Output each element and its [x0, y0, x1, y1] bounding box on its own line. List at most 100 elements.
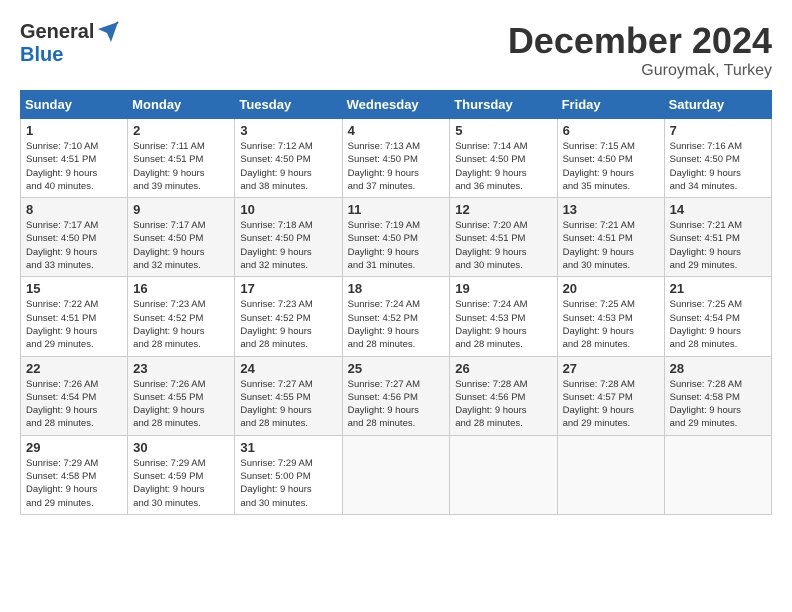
day-info: Sunrise: 7:28 AMSunset: 4:58 PMDaylight:… [670, 378, 766, 431]
day-number: 24 [240, 361, 336, 376]
day-info: Sunrise: 7:21 AMSunset: 4:51 PMDaylight:… [563, 219, 659, 272]
day-cell: 27 Sunrise: 7:28 AMSunset: 4:57 PMDayligh… [557, 356, 664, 435]
week-row-5: 29 Sunrise: 7:29 AMSunset: 4:58 PMDayligh… [21, 435, 772, 514]
day-cell: 4 Sunrise: 7:13 AMSunset: 4:50 PMDaylight… [342, 119, 450, 198]
header-tuesday: Tuesday [235, 91, 342, 119]
logo: General Blue [20, 20, 120, 67]
logo-bird-icon [96, 20, 120, 44]
header-monday: Monday [128, 91, 235, 119]
day-cell: 19Sunrise: 7:24 AMSunset: 4:53 PMDayligh… [450, 277, 557, 356]
day-cell: 1Sunrise: 7:10 AMSunset: 4:51 PMDaylight… [21, 119, 128, 198]
day-info: Sunrise: 7:26 AMSunset: 4:54 PMDaylight:… [26, 378, 122, 431]
day-cell [664, 435, 771, 514]
day-cell [450, 435, 557, 514]
day-info: Sunrise: 7:27 AMSunset: 4:56 PMDaylight:… [348, 378, 445, 431]
day-cell: 28Sunrise: 7:28 AMSunset: 4:58 PMDayligh… [664, 356, 771, 435]
day-number: 30 [133, 440, 229, 455]
header-friday: Friday [557, 91, 664, 119]
day-number: 14 [670, 202, 766, 217]
week-row-1: 1Sunrise: 7:10 AMSunset: 4:51 PMDaylight… [21, 119, 772, 198]
week-row-3: 15Sunrise: 7:22 AMSunset: 4:51 PMDayligh… [21, 277, 772, 356]
header-saturday: Saturday [664, 91, 771, 119]
day-number: 17 [240, 281, 336, 296]
day-number: 1 [26, 123, 122, 138]
day-cell: 18 Sunrise: 7:24 AMSunset: 4:52 PMDayligh… [342, 277, 450, 356]
day-cell: 20 Sunrise: 7:25 AMSunset: 4:53 PMDayligh… [557, 277, 664, 356]
day-info: Sunrise: 7:26 AMSunset: 4:55 PMDaylight:… [133, 378, 229, 431]
day-info: Sunrise: 7:17 AMSunset: 4:50 PMDaylight:… [133, 219, 229, 272]
day-number: 12 [455, 202, 551, 217]
day-number: 23 [133, 361, 229, 376]
day-number: 13 [563, 202, 659, 217]
day-info: Sunrise: 7:24 AMSunset: 4:52 PMDaylight:… [348, 298, 445, 351]
day-info: Sunrise: 7:12 AMSunset: 4:50 PMDaylight:… [240, 140, 336, 193]
day-cell: 29 Sunrise: 7:29 AMSunset: 4:58 PMDayligh… [21, 435, 128, 514]
day-number: 31 [240, 440, 336, 455]
day-info: Sunrise: 7:29 AMSunset: 5:00 PMDaylight:… [240, 457, 336, 510]
week-row-4: 22 Sunrise: 7:26 AMSunset: 4:54 PMDayligh… [21, 356, 772, 435]
day-cell: 11Sunrise: 7:19 AMSunset: 4:50 PMDayligh… [342, 198, 450, 277]
day-info: Sunrise: 7:19 AMSunset: 4:50 PMDaylight:… [348, 219, 445, 272]
header-sunday: Sunday [21, 91, 128, 119]
day-info: Sunrise: 7:21 AMSunset: 4:51 PMDaylight:… [670, 219, 766, 272]
day-number: 9 [133, 202, 229, 217]
logo-blue-text: Blue [20, 44, 63, 67]
day-number: 25 [348, 361, 445, 376]
day-number: 7 [670, 123, 766, 138]
day-cell: 26 Sunrise: 7:28 AMSunset: 4:56 PMDayligh… [450, 356, 557, 435]
day-cell: 17 Sunrise: 7:23 AMSunset: 4:52 PMDayligh… [235, 277, 342, 356]
day-number: 2 [133, 123, 229, 138]
day-number: 8 [26, 202, 122, 217]
day-number: 27 [563, 361, 659, 376]
header-wednesday: Wednesday [342, 91, 450, 119]
day-cell: 3 Sunrise: 7:12 AMSunset: 4:50 PMDaylight… [235, 119, 342, 198]
day-info: Sunrise: 7:13 AMSunset: 4:50 PMDaylight:… [348, 140, 445, 193]
day-cell: 14 Sunrise: 7:21 AMSunset: 4:51 PMDayligh… [664, 198, 771, 277]
day-info: Sunrise: 7:23 AMSunset: 4:52 PMDaylight:… [240, 298, 336, 351]
day-number: 18 [348, 281, 445, 296]
day-cell [342, 435, 450, 514]
day-info: Sunrise: 7:17 AMSunset: 4:50 PMDaylight:… [26, 219, 122, 272]
day-info: Sunrise: 7:15 AMSunset: 4:50 PMDaylight:… [563, 140, 659, 193]
location-subtitle: Guroymak, Turkey [508, 62, 772, 80]
day-info: Sunrise: 7:28 AMSunset: 4:56 PMDaylight:… [455, 378, 551, 431]
day-info: Sunrise: 7:23 AMSunset: 4:52 PMDaylight:… [133, 298, 229, 351]
day-number: 20 [563, 281, 659, 296]
day-cell: 13 Sunrise: 7:21 AMSunset: 4:51 PMDayligh… [557, 198, 664, 277]
day-cell: 16 Sunrise: 7:23 AMSunset: 4:52 PMDayligh… [128, 277, 235, 356]
day-info: Sunrise: 7:29 AMSunset: 4:58 PMDaylight:… [26, 457, 122, 510]
day-number: 15 [26, 281, 122, 296]
day-number: 4 [348, 123, 445, 138]
day-cell: 23 Sunrise: 7:26 AMSunset: 4:55 PMDayligh… [128, 356, 235, 435]
day-info: Sunrise: 7:11 AMSunset: 4:51 PMDaylight:… [133, 140, 229, 193]
day-info: Sunrise: 7:25 AMSunset: 4:53 PMDaylight:… [563, 298, 659, 351]
day-info: Sunrise: 7:27 AMSunset: 4:55 PMDaylight:… [240, 378, 336, 431]
week-row-2: 8 Sunrise: 7:17 AMSunset: 4:50 PMDaylight… [21, 198, 772, 277]
day-cell: 25 Sunrise: 7:27 AMSunset: 4:56 PMDayligh… [342, 356, 450, 435]
day-number: 29 [26, 440, 122, 455]
logo-general-text: General [20, 21, 94, 44]
day-info: Sunrise: 7:18 AMSunset: 4:50 PMDaylight:… [240, 219, 336, 272]
day-number: 22 [26, 361, 122, 376]
calendar-header-row: SundayMondayTuesdayWednesdayThursdayFrid… [21, 91, 772, 119]
month-title: December 2024 [508, 20, 772, 62]
day-number: 26 [455, 361, 551, 376]
day-number: 19 [455, 281, 551, 296]
day-number: 5 [455, 123, 551, 138]
day-cell: 15Sunrise: 7:22 AMSunset: 4:51 PMDayligh… [21, 277, 128, 356]
day-cell: 12Sunrise: 7:20 AMSunset: 4:51 PMDayligh… [450, 198, 557, 277]
day-cell: 6 Sunrise: 7:15 AMSunset: 4:50 PMDaylight… [557, 119, 664, 198]
day-cell: 10 Sunrise: 7:18 AMSunset: 4:50 PMDayligh… [235, 198, 342, 277]
day-number: 6 [563, 123, 659, 138]
title-section: December 2024 Guroymak, Turkey [508, 20, 772, 80]
day-cell: 21Sunrise: 7:25 AMSunset: 4:54 PMDayligh… [664, 277, 771, 356]
day-info: Sunrise: 7:29 AMSunset: 4:59 PMDaylight:… [133, 457, 229, 510]
day-info: Sunrise: 7:25 AMSunset: 4:54 PMDaylight:… [670, 298, 766, 351]
day-info: Sunrise: 7:14 AMSunset: 4:50 PMDaylight:… [455, 140, 551, 193]
day-info: Sunrise: 7:28 AMSunset: 4:57 PMDaylight:… [563, 378, 659, 431]
day-number: 16 [133, 281, 229, 296]
calendar-table: SundayMondayTuesdayWednesdayThursdayFrid… [20, 90, 772, 515]
day-number: 10 [240, 202, 336, 217]
day-number: 3 [240, 123, 336, 138]
day-cell: 2 Sunrise: 7:11 AMSunset: 4:51 PMDaylight… [128, 119, 235, 198]
